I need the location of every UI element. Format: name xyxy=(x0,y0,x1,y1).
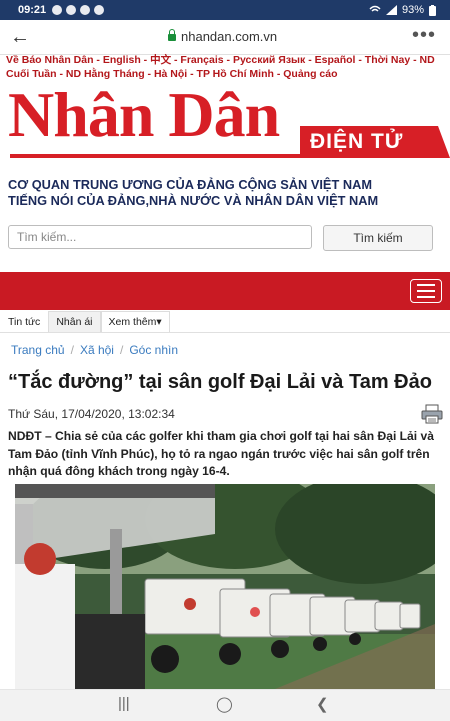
hamburger-line xyxy=(417,284,435,286)
hamburger-line xyxy=(417,290,435,292)
golf-carts-photo xyxy=(15,484,435,689)
top-links[interactable]: Về Báo Nhân Dân - English - 中文 - Françai… xyxy=(6,53,446,81)
notification-icon xyxy=(52,5,63,15)
search-input[interactable] xyxy=(8,225,312,249)
system-nav-bar: ||| ◯ ❮ xyxy=(0,689,450,721)
tagline-line-1: CƠ QUAN TRUNG ƯƠNG CỦA ĐẢNG CỘNG SẢN VIỆ… xyxy=(8,177,372,192)
tabs-divider xyxy=(0,332,450,333)
printer-icon[interactable] xyxy=(421,404,443,424)
tagline-line-2: TIẾNG NÓI CỦA ĐẢNG,NHÀ NƯỚC VÀ NHÂN DÂN … xyxy=(8,193,379,208)
logo-name: Nhân Dân xyxy=(8,79,280,150)
article-lead: NDĐT – Chia sẻ của các golfer khi tham g… xyxy=(8,429,434,478)
search-button[interactable]: Tìm kiếm xyxy=(323,225,433,251)
tab-news[interactable]: Tin tức xyxy=(0,311,48,333)
battery-level: 93% xyxy=(401,4,424,16)
tab-popular[interactable]: Nhân ái xyxy=(48,311,101,333)
browser-toolbar: ← nhandan.com.vn ••• xyxy=(0,20,450,55)
article-date: Thứ Sáu, 17/04/2020, 13:02:34 xyxy=(8,407,175,421)
tab-more[interactable]: Xem thêm▾ xyxy=(100,311,170,333)
status-right: 93% xyxy=(369,0,436,20)
wifi-icon xyxy=(369,5,381,12)
back-icon[interactable]: ❮ xyxy=(316,695,329,713)
signal-icon xyxy=(385,5,397,15)
breadcrumb-home[interactable]: Trang chủ xyxy=(11,343,65,357)
address-bar[interactable]: nhandan.com.vn xyxy=(168,29,277,44)
site-logo[interactable]: Nhân Dân ĐIỆN TỬ xyxy=(8,79,450,170)
mail-icon xyxy=(94,5,105,15)
messenger-icon xyxy=(66,5,77,15)
hamburger-line xyxy=(417,296,435,298)
battery-icon xyxy=(429,4,436,16)
url-text: nhandan.com.vn xyxy=(181,29,278,44)
status-bar: 09:21 93% xyxy=(0,0,450,20)
status-time: 09:21 xyxy=(18,4,47,16)
content-tabs: Tin tức Nhân ái Xem thêm▾ xyxy=(0,311,170,333)
breadcrumb: Trang chủ / Xã hội / Góc nhìn xyxy=(11,343,178,357)
notification-icons xyxy=(52,5,105,15)
article-photo[interactable] xyxy=(15,484,435,689)
arrow-left-icon[interactable]: ← xyxy=(10,26,30,49)
breadcrumb-separator: / xyxy=(70,343,74,357)
hamburger-menu-icon[interactable] xyxy=(410,279,442,303)
chat-icon xyxy=(80,5,91,15)
site-tagline: CƠ QUAN TRUNG ƯƠNG CỦA ĐẢNG CỘNG SẢN VIỆ… xyxy=(8,177,448,209)
logo-badge: ĐIỆN TỬ xyxy=(300,126,450,158)
home-icon[interactable]: ◯ xyxy=(216,695,233,713)
breadcrumb-subsection[interactable]: Góc nhìn xyxy=(129,343,178,357)
article-title: “Tắc đường” tại sân golf Đại Lải và Tam … xyxy=(8,371,432,393)
breadcrumb-section[interactable]: Xã hội xyxy=(80,343,114,357)
recent-apps-icon[interactable]: ||| xyxy=(118,695,130,712)
logo-underline xyxy=(10,154,306,158)
lock-icon xyxy=(168,29,176,41)
breadcrumb-separator: / xyxy=(119,343,124,357)
main-nav-bar xyxy=(0,272,450,310)
more-dots-icon[interactable]: ••• xyxy=(412,24,436,47)
